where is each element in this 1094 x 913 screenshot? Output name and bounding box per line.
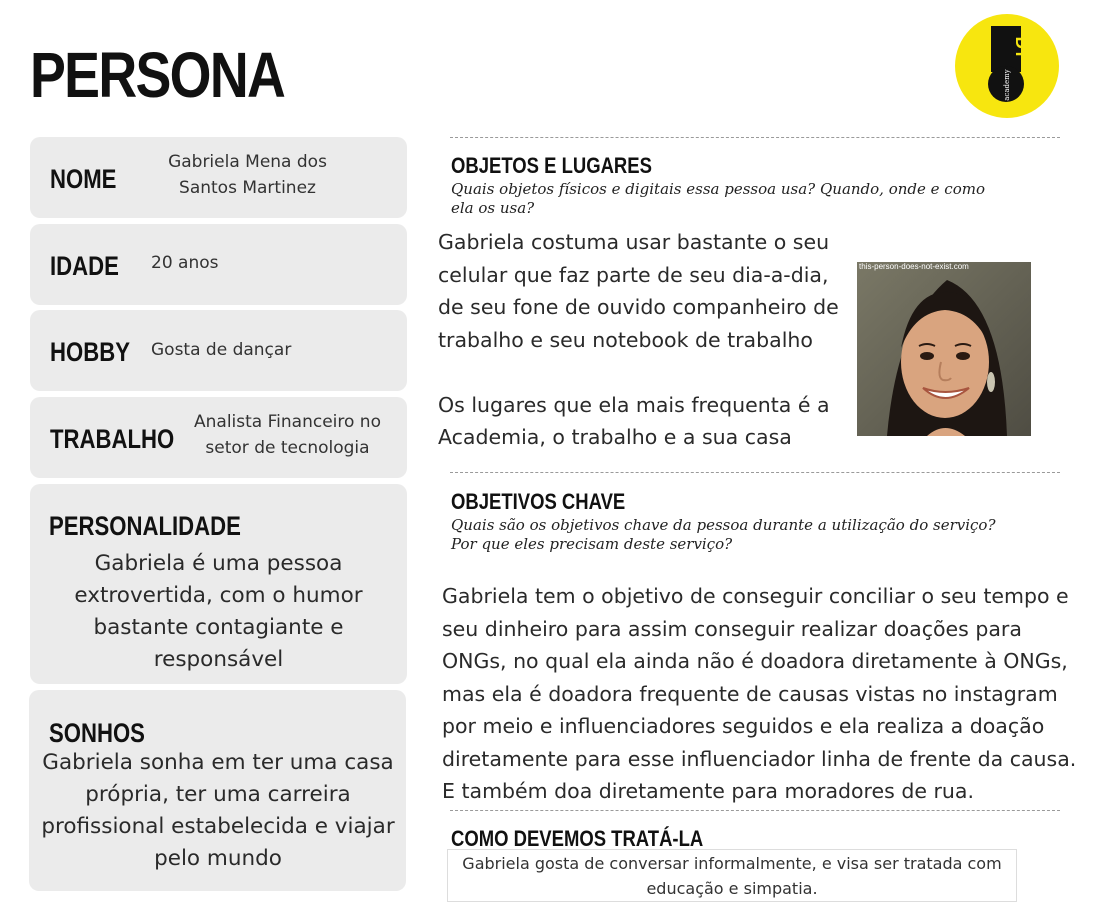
card-sonhos: SONHOS Gabriela sonha em ter uma casa pr… — [29, 690, 406, 891]
page-title: PERSONA — [30, 39, 286, 111]
card-nome: NOME Gabriela Mena dos Santos Martinez — [30, 137, 407, 218]
personalidade-value: Gabriela é uma pessoa extrovertida, com … — [74, 551, 363, 672]
nome-value: Gabriela Mena dos Santos Martinez — [168, 152, 327, 198]
divider — [450, 137, 1060, 138]
card-trabalho: TRABALHO Analista Financeiro no setor de… — [30, 397, 407, 478]
trabalho-label: TRABALHO — [50, 424, 175, 454]
card-personalidade: PERSONALIDADE Gabriela é uma pessoa extr… — [30, 484, 407, 684]
hobby-label: HOBBY — [50, 337, 130, 367]
objetos-text: Gabriela costuma usar bastante o seu cel… — [438, 230, 839, 449]
nome-label: NOME — [50, 164, 117, 194]
dt-academy-logo-icon: DT academy — [955, 14, 1059, 118]
idade-label: IDADE — [50, 251, 119, 281]
hobby-value: Gosta de dançar — [151, 340, 292, 360]
card-idade: IDADE 20 anos — [30, 224, 407, 305]
idade-value: 20 anos — [151, 253, 219, 273]
persona-face-icon — [857, 262, 1031, 436]
objetos-question: Quais objetos físicos e digitais essa pe… — [451, 180, 985, 217]
trabalho-value: Analista Financeiro no setor de tecnolog… — [194, 412, 381, 458]
divider — [450, 472, 1060, 473]
personalidade-label: PERSONALIDADE — [49, 511, 241, 541]
tratamento-textbox: Gabriela gosta de conversar informalment… — [447, 849, 1017, 902]
sonhos-label: SONHOS — [49, 718, 145, 748]
logo-text: DT — [1012, 37, 1031, 60]
card-hobby: HOBBY Gosta de dançar — [30, 310, 407, 391]
logo-subtext: academy — [1003, 69, 1011, 101]
persona-photo: this-person-does-not-exist.com — [857, 262, 1031, 436]
divider — [450, 810, 1060, 811]
photo-watermark: this-person-does-not-exist.com — [859, 262, 969, 271]
sonhos-value: Gabriela sonha em ter uma casa própria, … — [41, 750, 395, 871]
objetivos-question: Quais são os objetivos chave da pessoa d… — [451, 516, 996, 553]
objetivos-text: Gabriela tem o objetivo de conseguir con… — [442, 584, 1077, 803]
objetivos-title: OBJETIVOS CHAVE — [451, 489, 626, 514]
objetos-title: OBJETOS E LUGARES — [451, 153, 652, 178]
